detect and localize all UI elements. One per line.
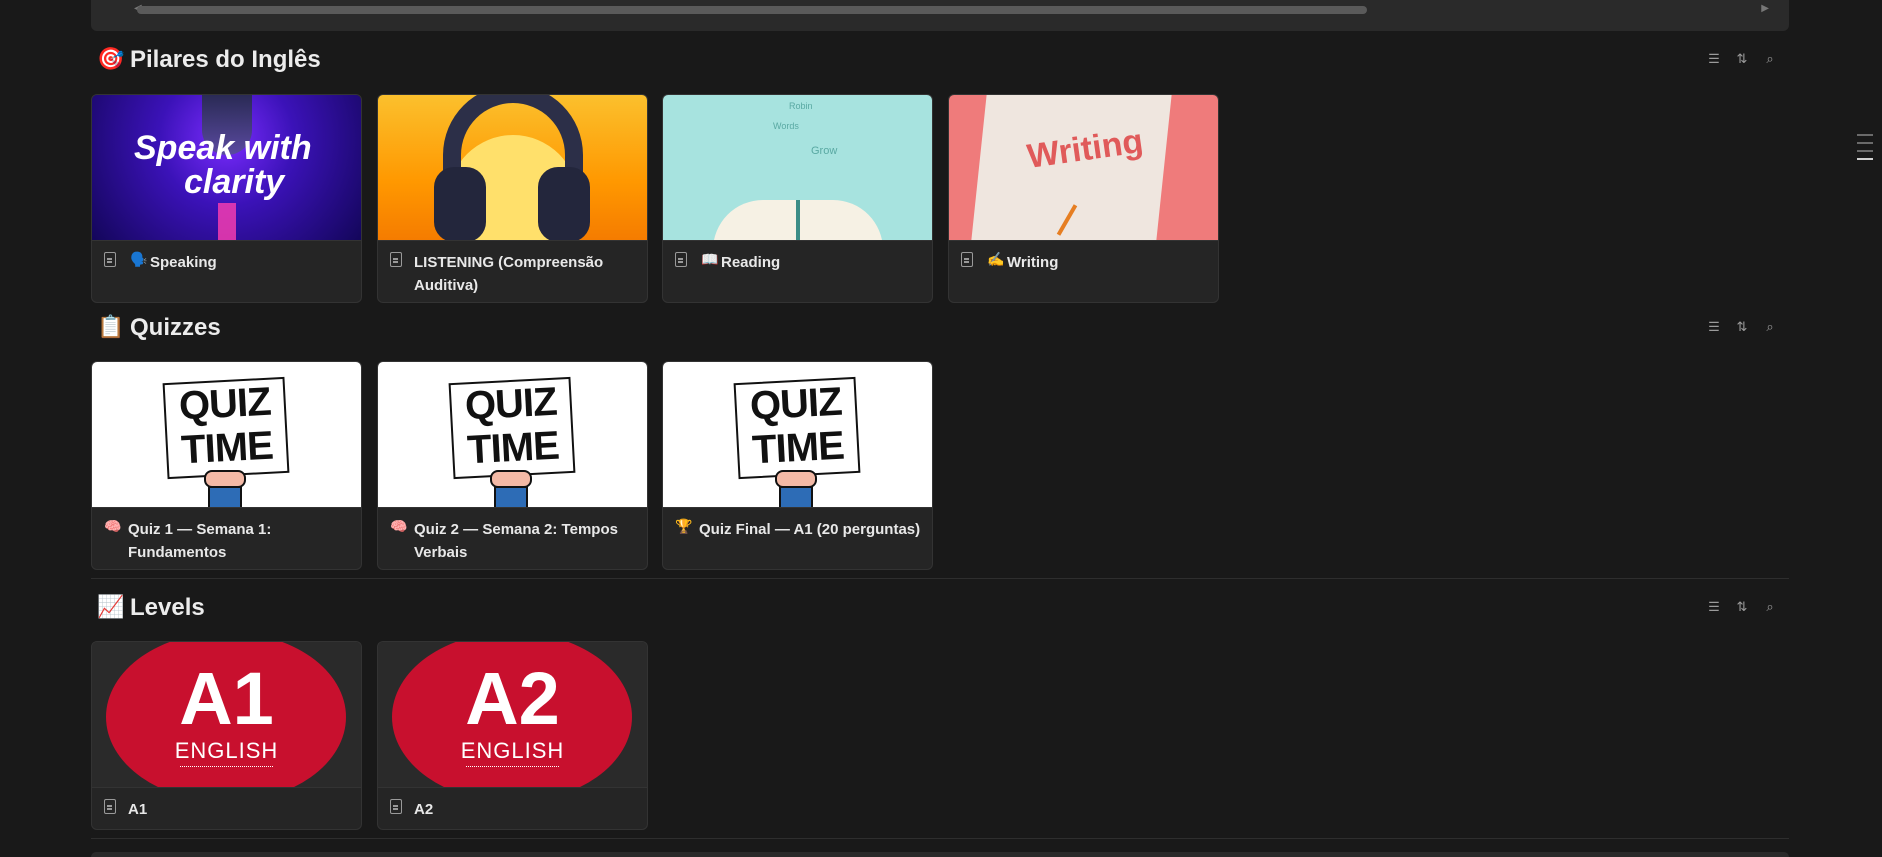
speaking-emoji-icon: 🗣️ bbox=[130, 251, 148, 267]
sleeve-graphic bbox=[779, 486, 813, 507]
cover-text: QUIZ bbox=[177, 379, 272, 429]
card-listening[interactable]: LISTENING (Compreensão Auditiva) bbox=[377, 94, 648, 303]
card-level-a2[interactable]: A2 ENGLISH A2 bbox=[377, 641, 648, 830]
filter-icon[interactable]: ☰ bbox=[1707, 600, 1721, 614]
card-cover-image: QUIZ TIME bbox=[378, 362, 647, 507]
quiz-sign-graphic: QUIZ TIME bbox=[733, 376, 861, 480]
card-quiz-1[interactable]: QUIZ TIME 🧠 Quiz 1 — Semana 1: Fundament… bbox=[91, 361, 362, 570]
sleeve-graphic bbox=[208, 486, 242, 507]
filter-icon[interactable]: ☰ bbox=[1707, 320, 1721, 334]
page-icon bbox=[390, 252, 402, 267]
card-cover-image: Writing bbox=[949, 95, 1218, 240]
card-speaking[interactable]: Speak with clarity 🗣️ Speaking bbox=[91, 94, 362, 303]
page-outline-minimap[interactable] bbox=[1857, 134, 1873, 166]
horizontal-scrollbar[interactable]: ◀ ▶ bbox=[91, 0, 1789, 31]
mic-stand-graphic bbox=[218, 203, 236, 240]
cover-text: TIME bbox=[751, 423, 845, 473]
brain-emoji-icon: 🧠 bbox=[104, 518, 122, 534]
quiz-sign-graphic: QUIZ TIME bbox=[162, 376, 290, 480]
cover-word: Words bbox=[773, 121, 799, 131]
page-icon bbox=[104, 799, 116, 814]
cover-word: Grow bbox=[811, 145, 838, 157]
outline-mark-active[interactable] bbox=[1857, 158, 1873, 160]
book-emoji-icon: 📖 bbox=[701, 251, 719, 267]
card-title: A1 bbox=[128, 801, 148, 818]
brain-emoji-icon: 🧠 bbox=[390, 518, 408, 534]
card-quiz-2[interactable]: QUIZ TIME 🧠 Quiz 2 — Semana 2: Tempos Ve… bbox=[377, 361, 648, 570]
card-writing[interactable]: Writing ✍️ Writing bbox=[948, 94, 1219, 303]
card-title: A2 bbox=[414, 801, 434, 818]
cover-level-text: A2 bbox=[465, 657, 560, 740]
card-title: Quiz 1 — Semana 1: Fundamentos bbox=[128, 521, 272, 561]
cover-word: Robin bbox=[789, 101, 813, 111]
cover-text: QUIZ bbox=[748, 379, 843, 429]
card-cover-image: A1 ENGLISH bbox=[92, 642, 361, 787]
outline-mark[interactable] bbox=[1857, 142, 1873, 144]
clipboard-emoji-icon: 📋 bbox=[97, 314, 125, 339]
card-title: LISTENING (Compreensão Auditiva) bbox=[414, 254, 604, 294]
section-title[interactable]: Quizzes bbox=[130, 314, 221, 342]
card-title: Quiz Final — A1 (20 perguntas) bbox=[699, 521, 921, 538]
card-cover-image: Robin Words Grow bbox=[663, 95, 932, 240]
card-cover-image: Speak with clarity bbox=[92, 95, 361, 240]
writing-hand-emoji-icon: ✍️ bbox=[987, 251, 1005, 267]
page-icon bbox=[104, 252, 116, 267]
card-title: Speaking bbox=[150, 254, 217, 271]
trophy-emoji-icon: 🏆 bbox=[675, 518, 693, 534]
sleeve-graphic bbox=[494, 486, 528, 507]
section-header-levels: 📈 Levels ☰ ⇅ ⌕ bbox=[97, 592, 1789, 626]
dotted-underline bbox=[180, 766, 273, 767]
section-divider bbox=[91, 838, 1789, 839]
page-icon bbox=[390, 799, 402, 814]
card-cover-image: QUIZ TIME bbox=[663, 362, 932, 507]
card-cover-image: QUIZ TIME bbox=[92, 362, 361, 507]
page-icon bbox=[961, 252, 973, 267]
cover-level-text: A1 bbox=[179, 657, 274, 740]
cover-text: TIME bbox=[466, 423, 560, 473]
target-emoji-icon: 🎯 bbox=[97, 46, 125, 71]
headphone-cup-graphic bbox=[434, 167, 486, 240]
dotted-underline bbox=[466, 766, 559, 767]
card-quiz-final[interactable]: QUIZ TIME 🏆 Quiz Final — A1 (20 pergunta… bbox=[662, 361, 933, 570]
section-divider bbox=[91, 578, 1789, 579]
sort-icon[interactable]: ⇅ bbox=[1735, 320, 1749, 334]
sort-icon[interactable]: ⇅ bbox=[1735, 600, 1749, 614]
sort-icon[interactable]: ⇅ bbox=[1735, 52, 1749, 66]
card-level-a1[interactable]: A1 ENGLISH A1 bbox=[91, 641, 362, 830]
cover-text: clarity bbox=[184, 163, 285, 201]
outline-mark[interactable] bbox=[1857, 150, 1873, 152]
headphone-cup-graphic bbox=[538, 167, 590, 240]
card-title: Reading bbox=[721, 254, 781, 271]
section-header-pilares: 🎯 Pilares do Inglês ☰ ⇅ ⌕ bbox=[97, 44, 1789, 78]
section-title[interactable]: Levels bbox=[130, 594, 205, 622]
card-title: Writing bbox=[1007, 254, 1059, 271]
card-cover-image: A2 ENGLISH bbox=[378, 642, 647, 787]
card-reading[interactable]: Robin Words Grow 📖 Reading bbox=[662, 94, 933, 303]
cover-text: TIME bbox=[180, 423, 274, 473]
horizontal-scrollbar-bottom[interactable] bbox=[91, 852, 1789, 857]
scroll-right-icon[interactable]: ▶ bbox=[1761, 3, 1769, 14]
scrollbar-thumb[interactable] bbox=[137, 6, 1367, 14]
outline-mark[interactable] bbox=[1857, 134, 1873, 136]
quiz-sign-graphic: QUIZ TIME bbox=[448, 376, 576, 480]
card-cover-image bbox=[378, 95, 647, 240]
filter-icon[interactable]: ☰ bbox=[1707, 52, 1721, 66]
search-icon[interactable]: ⌕ bbox=[1763, 600, 1777, 614]
page-icon bbox=[675, 252, 687, 267]
chart-emoji-icon: 📈 bbox=[97, 594, 125, 619]
search-icon[interactable]: ⌕ bbox=[1763, 52, 1777, 66]
section-header-quizzes: 📋 Quizzes ☰ ⇅ ⌕ bbox=[97, 312, 1789, 346]
cover-sub-text: ENGLISH bbox=[174, 738, 279, 763]
search-icon[interactable]: ⌕ bbox=[1763, 320, 1777, 334]
cover-sub-text: ENGLISH bbox=[460, 738, 565, 763]
book-spine-graphic bbox=[796, 200, 800, 240]
card-title: Quiz 2 — Semana 2: Tempos Verbais bbox=[414, 521, 618, 561]
cover-text: QUIZ bbox=[463, 379, 558, 429]
section-title[interactable]: Pilares do Inglês bbox=[130, 46, 321, 74]
